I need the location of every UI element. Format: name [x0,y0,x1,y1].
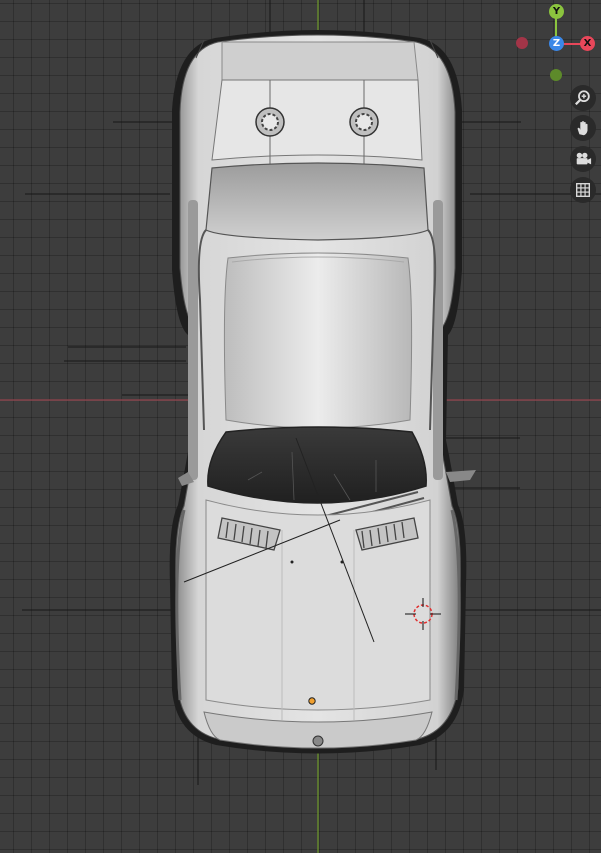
3d-viewport[interactable]: Y Z X [0,0,601,853]
car-model[interactable] [169,30,476,754]
left-sill [188,200,198,480]
camera-button[interactable] [570,146,596,172]
grid-icon [576,183,590,197]
hand-icon [577,121,588,136]
right-sill [433,200,443,480]
trunk-lid [211,79,423,161]
roof [223,252,413,429]
gizmo-x-ball[interactable]: X [580,36,595,51]
camera-icon [576,152,592,165]
gizmo-neg-y-ball[interactable] [550,69,562,81]
gizmo-z-ball[interactable]: Z [549,36,564,51]
front-emblem [312,735,324,747]
object-origin[interactable] [308,697,316,705]
fuel-cap-right [349,107,379,137]
navigation-gizmo[interactable]: Y Z X [510,2,601,92]
rear-deck [221,41,419,81]
right-mirror [446,470,476,482]
fuel-cap-left [255,107,285,137]
gizmo-neg-x-ball[interactable] [516,37,528,49]
zoom-button[interactable] [570,85,596,111]
zoom-icon [575,90,590,106]
pan-button[interactable] [570,115,596,141]
rear-window [205,162,429,241]
gizmo-y-ball[interactable]: Y [549,4,564,19]
ortho-toggle-button[interactable] [570,177,596,203]
scene-canvas[interactable] [0,0,601,853]
